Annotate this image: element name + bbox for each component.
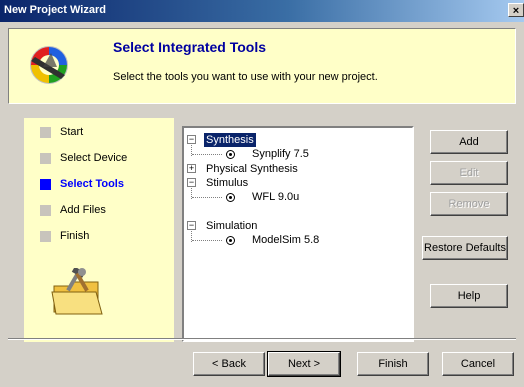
tree-line bbox=[192, 240, 222, 241]
finish-button[interactable]: Finish bbox=[357, 352, 429, 376]
remove-button[interactable]: Remove bbox=[430, 192, 508, 216]
wizard-header: Select Integrated Tools Select the tools… bbox=[8, 28, 516, 104]
tree-item-label: ModelSim 5.8 bbox=[252, 234, 320, 246]
tree-item-label: WFL 9.0u bbox=[252, 191, 300, 203]
collapse-icon[interactable]: − bbox=[187, 178, 196, 187]
expand-icon[interactable]: + bbox=[187, 164, 196, 173]
back-button[interactable]: < Back bbox=[193, 352, 265, 376]
page-subtitle: Select the tools you want to use with yo… bbox=[113, 71, 378, 83]
edit-button[interactable]: Edit bbox=[430, 161, 508, 185]
wizard-steps-panel: Start Select Device Select Tools Add Fil… bbox=[24, 118, 174, 342]
radio-selected-icon bbox=[226, 150, 235, 159]
tree-line bbox=[192, 197, 222, 198]
step-marker-icon bbox=[40, 153, 51, 164]
tree-line bbox=[192, 154, 222, 155]
close-icon[interactable]: × bbox=[508, 3, 524, 17]
radio-selected-icon bbox=[226, 236, 235, 245]
wizard-logo-icon bbox=[30, 46, 68, 84]
add-button[interactable]: Add bbox=[430, 130, 508, 154]
next-button[interactable]: Next > bbox=[267, 351, 341, 377]
step-label: Select Device bbox=[60, 152, 128, 164]
tools-tree[interactable]: − Synthesis Synplify 7.5 + Physical Synt… bbox=[182, 126, 414, 342]
window-title: New Project Wizard bbox=[4, 4, 106, 16]
radio-selected-icon bbox=[226, 193, 235, 202]
help-button[interactable]: Help bbox=[430, 284, 508, 308]
step-marker-icon bbox=[40, 205, 51, 216]
step-label: Start bbox=[60, 126, 84, 138]
step-marker-icon bbox=[40, 179, 51, 190]
tree-item-label: Synplify 7.5 bbox=[252, 148, 309, 160]
cancel-button[interactable]: Cancel bbox=[442, 352, 514, 376]
step-marker-icon bbox=[40, 127, 51, 138]
title-bar: New Project Wizard × bbox=[0, 0, 524, 22]
footer-divider bbox=[8, 338, 516, 340]
restore-defaults-button[interactable]: Restore Defaults bbox=[422, 236, 508, 260]
tree-item-label: Simulation bbox=[206, 220, 258, 232]
tree-item-label: Stimulus bbox=[206, 177, 249, 189]
step-label: Select Tools bbox=[60, 178, 124, 190]
step-label: Finish bbox=[60, 230, 90, 242]
tree-item-label: Physical Synthesis bbox=[206, 163, 298, 175]
page-title: Select Integrated Tools bbox=[113, 39, 266, 55]
collapse-icon[interactable]: − bbox=[187, 221, 196, 230]
folder-tools-icon bbox=[51, 268, 103, 315]
collapse-icon[interactable]: − bbox=[187, 135, 196, 144]
step-marker-icon bbox=[40, 231, 51, 242]
tree-item-label: Synthesis bbox=[204, 133, 256, 147]
step-label: Add Files bbox=[60, 204, 106, 216]
